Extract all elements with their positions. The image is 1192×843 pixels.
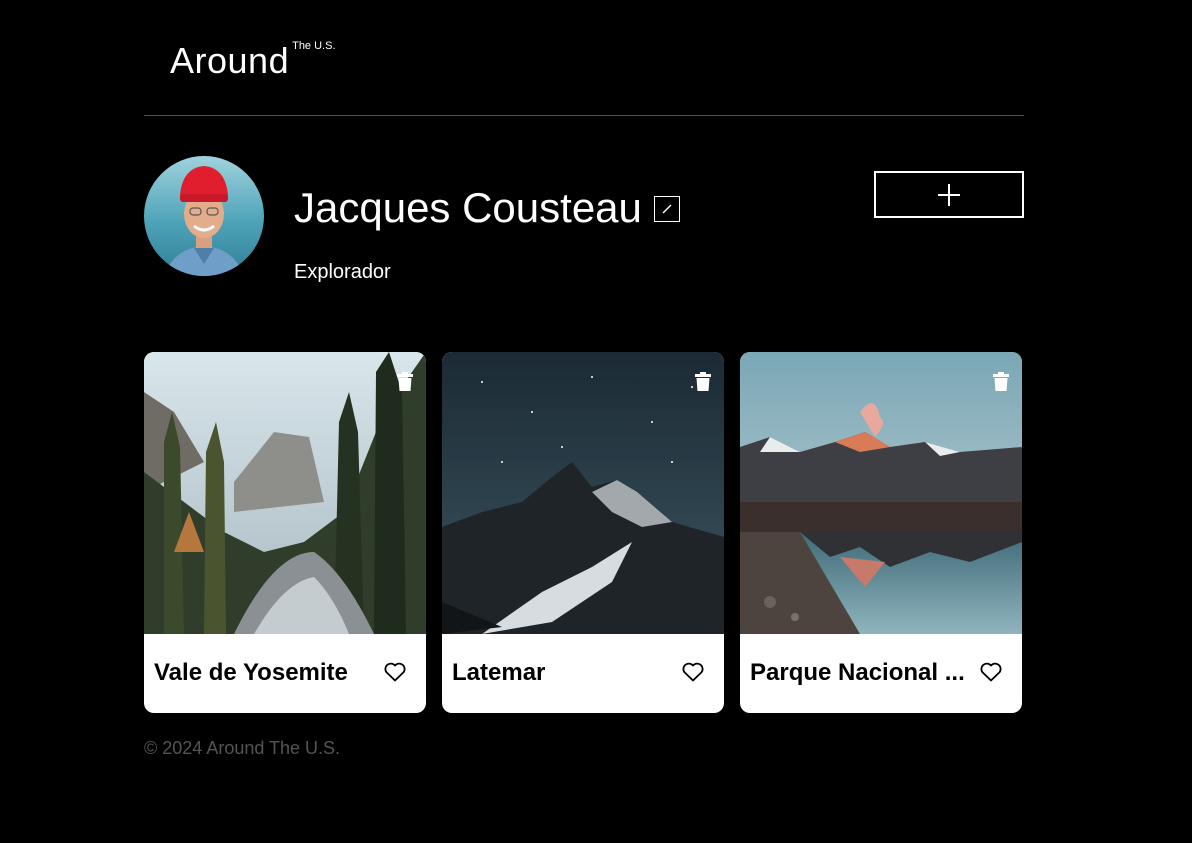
profile-about: Explorador	[294, 261, 391, 283]
trash-icon[interactable]	[992, 372, 1010, 391]
pencil-icon	[662, 204, 672, 214]
logo-main-text: Around	[170, 40, 290, 81]
card-image[interactable]	[740, 352, 1022, 634]
site-header: Around The U.S.	[144, 0, 1024, 116]
footer: © 2024 Around The U.S.	[144, 736, 340, 760]
card: Parque Nacional ...	[740, 352, 1022, 713]
card-title: Latemar	[452, 659, 546, 686]
profile-name: Jacques Cousteau	[294, 184, 642, 231]
heart-icon[interactable]	[682, 662, 704, 682]
heart-icon[interactable]	[384, 662, 406, 682]
card-image[interactable]	[144, 352, 426, 634]
card-image[interactable]	[442, 352, 724, 634]
trash-icon[interactable]	[694, 372, 712, 391]
profile: Jacques Cousteau Explorador	[144, 156, 1024, 286]
add-card-button[interactable]	[874, 171, 1024, 218]
card-footer: Parque Nacional ...	[740, 634, 1022, 713]
card-title: Vale de Yosemite	[154, 659, 348, 686]
cards-gallery: Vale de Yosemite Latemar Parque Nacional…	[144, 352, 1022, 713]
card: Latemar	[442, 352, 724, 713]
trash-icon[interactable]	[396, 372, 414, 391]
edit-profile-button[interactable]	[654, 196, 680, 222]
card-footer: Vale de Yosemite	[144, 634, 426, 713]
avatar[interactable]	[144, 156, 264, 276]
card-footer: Latemar	[442, 634, 724, 713]
logo: Around The U.S.	[170, 38, 336, 84]
logo-sup-text: The U.S.	[292, 40, 336, 52]
copyright-text: © 2024 Around The U.S.	[144, 738, 341, 758]
heart-icon[interactable]	[980, 662, 1002, 682]
plus-icon	[938, 183, 960, 206]
card: Vale de Yosemite	[144, 352, 426, 713]
card-title: Parque Nacional ...	[750, 659, 965, 686]
